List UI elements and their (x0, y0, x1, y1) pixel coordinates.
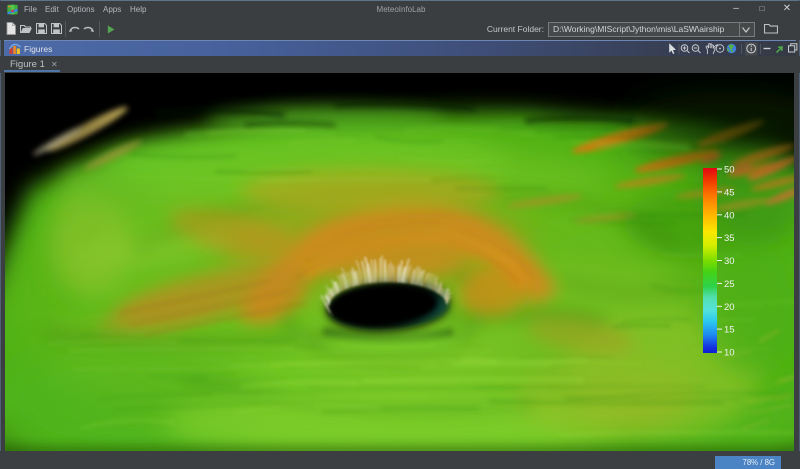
svg-text:25: 25 (724, 279, 735, 290)
svg-text:15: 15 (724, 325, 735, 336)
svg-text:20: 20 (724, 302, 735, 313)
svg-text:10: 10 (724, 348, 735, 359)
svg-text:30: 30 (724, 256, 735, 267)
svg-text:45: 45 (724, 187, 735, 198)
svg-text:40: 40 (724, 210, 735, 221)
svg-text:50: 50 (724, 165, 735, 176)
svg-text:35: 35 (724, 233, 735, 244)
